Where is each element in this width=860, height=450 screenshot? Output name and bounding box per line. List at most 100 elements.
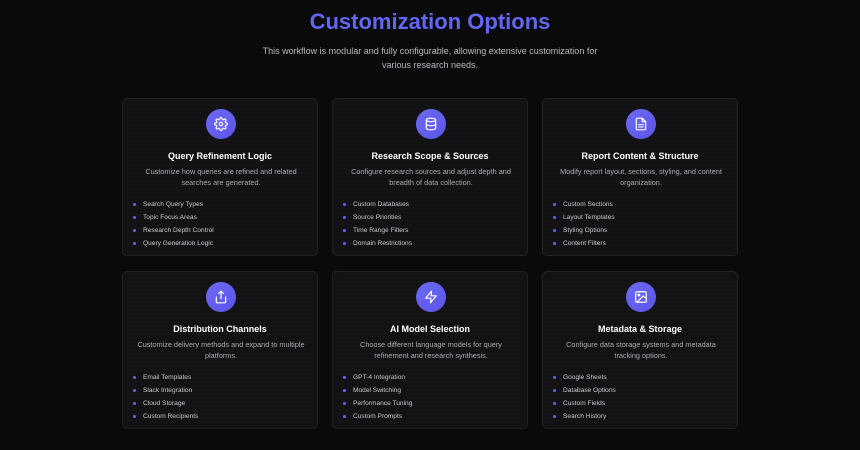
feature-label: Search History [563,413,607,420]
bullet-icon [133,203,136,206]
bullet-icon [343,402,346,405]
feature-label: Time Range Filters [353,227,409,234]
feature-label: Styling Options [563,227,608,234]
feature-label: Content Filters [563,240,606,247]
feature-label: Slack Integration [143,387,193,394]
feature-label: Layout Templates [563,214,615,221]
card-title: Metadata & Storage [597,324,683,334]
card-title: Research Scope & Sources [371,151,489,161]
card-title: Distribution Channels [173,324,267,334]
bullet-icon [343,216,346,219]
bullet-icon [343,376,346,379]
bullet-icon [133,389,136,392]
option-card-query-refinement: Query Refinement Logic Customize how que… [122,98,318,256]
options-grid: Query Refinement Logic Customize how que… [122,98,738,429]
bullet-icon [343,415,346,418]
bullet-icon [343,229,346,232]
option-card-metadata: Metadata & Storage Configure data storag… [542,271,738,429]
bullet-icon [133,402,136,405]
feature-label: Cloud Storage [143,400,186,407]
list-item: Research Depth Control [133,224,214,237]
list-item: Time Range Filters [343,224,412,237]
list-item: Layout Templates [553,211,615,224]
feature-label: Research Depth Control [143,227,214,234]
card-title: Report Content & Structure [581,151,699,161]
bullet-icon [343,203,346,206]
feature-label: Custom Prompts [353,413,403,420]
gear-icon [206,109,236,139]
feature-label: Performance Tuning [353,400,413,407]
document-icon [626,109,656,139]
card-title: AI Model Selection [389,324,470,334]
option-card-report-content: Report Content & Structure Modify report… [542,98,738,256]
bullet-icon [133,415,136,418]
feature-list: GPT-4 Integration Model Switching Perfor… [343,371,412,423]
bullet-icon [553,389,556,392]
list-item: Google Sheets [553,371,616,384]
list-item: Performance Tuning [343,397,412,410]
feature-list: Email Templates Slack Integration Cloud … [133,371,198,423]
bullet-icon [343,389,346,392]
card-description: Configure data storage systems and metad… [566,340,716,360]
feature-label: Topic Focus Areas [143,214,197,221]
feature-list: Custom Databases Source Priorities Time … [343,198,412,250]
feature-label: Search Query Types [143,201,203,208]
card-title: Query Refinement Logic [167,151,273,161]
list-item: Custom Recipients [133,410,198,423]
feature-label: Custom Sections [563,201,613,208]
card-description: Configure research sources and adjust de… [351,167,511,187]
feature-label: Email Templates [143,374,192,381]
list-item: Content Filters [553,237,615,250]
list-item: Search Query Types [133,198,214,211]
feature-label: Database Options [563,387,616,394]
list-item: Custom Fields [553,397,616,410]
lightning-icon [416,282,446,312]
list-item: Custom Databases [343,198,412,211]
feature-label: Source Priorities [353,214,402,221]
feature-label: Query Generation Logic [143,240,214,247]
feature-label: Google Sheets [563,374,607,381]
bullet-icon [133,229,136,232]
list-item: GPT-4 Integration [343,371,412,384]
bullet-icon [553,242,556,245]
page-title: Customization Options [309,9,551,34]
bullet-icon [343,242,346,245]
feature-list: Custom Sections Layout Templates Styling… [553,198,615,250]
feature-label: Custom Databases [353,201,410,208]
feature-label: Custom Fields [563,400,606,407]
list-item: Topic Focus Areas [133,211,214,224]
share-icon [206,282,236,312]
bullet-icon [553,229,556,232]
feature-list: Search Query Types Topic Focus Areas Res… [133,198,214,250]
feature-label: Model Switching [353,387,402,394]
list-item: Custom Prompts [343,410,412,423]
card-description: Modify report layout, sections, styling,… [560,167,722,187]
option-card-research-scope: Research Scope & Sources Configure resea… [332,98,528,256]
feature-label: Custom Recipients [143,413,199,420]
list-item: Custom Sections [553,198,615,211]
feature-label: GPT-4 Integration [353,374,406,381]
list-item: Source Priorities [343,211,412,224]
card-description: Customize how queries are refined and re… [145,167,297,187]
database-icon [416,109,446,139]
list-item: Cloud Storage [133,397,198,410]
bullet-icon [553,402,556,405]
list-item: Slack Integration [133,384,198,397]
card-description: Customize delivery methods and expand to… [137,340,305,360]
bullet-icon [553,216,556,219]
feature-label: Domain Restrictions [353,240,412,247]
list-item: Domain Restrictions [343,237,412,250]
list-item: Search History [553,410,616,423]
bullet-icon [133,376,136,379]
image-icon [626,282,656,312]
bullet-icon [553,415,556,418]
option-card-distribution: Distribution Channels Customize delivery… [122,271,318,429]
bullet-icon [553,203,556,206]
option-card-ai-model: AI Model Selection Choose different lang… [332,271,528,429]
feature-list: Google Sheets Database Options Custom Fi… [553,371,616,423]
list-item: Styling Options [553,224,615,237]
list-item: Email Templates [133,371,198,384]
list-item: Query Generation Logic [133,237,214,250]
list-item: Database Options [553,384,616,397]
list-item: Model Switching [343,384,412,397]
